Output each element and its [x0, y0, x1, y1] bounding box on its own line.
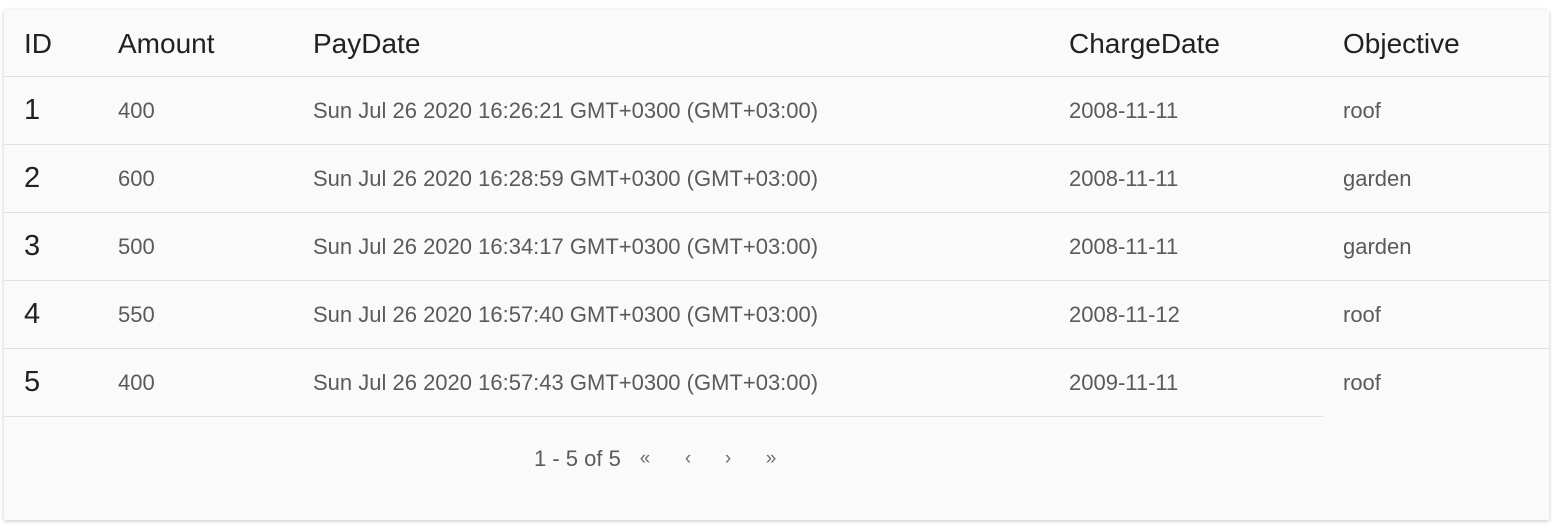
cell-objective: roof: [1343, 97, 1381, 123]
cell-paydate: Sun Jul 26 2020 16:34:17 GMT+0300 (GMT+0…: [313, 233, 819, 259]
cell-objective: garden: [1343, 233, 1412, 259]
cell-objective: roof: [1343, 369, 1381, 395]
cell-amount: 600: [118, 165, 155, 191]
cell-chargedate: 2008-11-11: [1069, 233, 1179, 259]
previous-page-icon[interactable]: ‹: [678, 448, 698, 470]
column-header-id[interactable]: ID: [24, 10, 52, 77]
cell-paydate: Sun Jul 26 2020 16:57:43 GMT+0300 (GMT+0…: [313, 369, 819, 395]
cell-paydate: Sun Jul 26 2020 16:26:21 GMT+0300 (GMT+0…: [313, 97, 819, 123]
cell-amount: 500: [118, 233, 155, 259]
last-page-icon[interactable]: »: [761, 448, 781, 470]
cell-chargedate: 2008-11-12: [1069, 301, 1180, 327]
cell-paydate: Sun Jul 26 2020 16:28:59 GMT+0300 (GMT+0…: [313, 165, 819, 191]
cell-objective: garden: [1343, 165, 1412, 191]
table-row[interactable]: 3 500 Sun Jul 26 2020 16:34:17 GMT+0300 …: [4, 213, 1549, 281]
cell-id: 4: [24, 298, 41, 330]
cell-id: 5: [24, 366, 41, 398]
table-row[interactable]: 2 600 Sun Jul 26 2020 16:28:59 GMT+0300 …: [4, 145, 1549, 213]
column-header-objective[interactable]: Objective: [1343, 10, 1460, 77]
next-page-icon[interactable]: ›: [718, 448, 738, 470]
cell-chargedate: 2009-11-11: [1069, 369, 1179, 395]
table-row[interactable]: 4 550 Sun Jul 26 2020 16:57:40 GMT+0300 …: [4, 281, 1549, 349]
header-row: ID Amount PayDate ChargeDate Objective: [4, 10, 1549, 77]
cell-paydate: Sun Jul 26 2020 16:57:40 GMT+0300 (GMT+0…: [313, 301, 819, 327]
column-header-paydate[interactable]: PayDate: [313, 10, 420, 77]
payments-table-card: ID Amount PayDate ChargeDate Objective 1…: [4, 10, 1549, 520]
cell-objective: roof: [1343, 301, 1381, 327]
cell-amount: 550: [118, 301, 155, 327]
column-header-amount[interactable]: Amount: [118, 10, 215, 77]
cell-chargedate: 2008-11-11: [1069, 165, 1179, 191]
cell-chargedate: 2008-11-11: [1069, 97, 1179, 123]
payments-grid: ID Amount PayDate ChargeDate Objective 1…: [4, 10, 1549, 417]
page-range-info: 1 - 5 of 5: [534, 446, 621, 471]
first-page-icon[interactable]: «: [635, 448, 655, 470]
cell-amount: 400: [118, 97, 155, 123]
column-header-chargedate[interactable]: ChargeDate: [1069, 10, 1220, 77]
pagination: 1 - 5 of 5 « ‹ › »: [4, 430, 1549, 490]
cell-id: 2: [24, 162, 41, 194]
table-row[interactable]: 5 400 Sun Jul 26 2020 16:57:43 GMT+0300 …: [4, 349, 1549, 417]
cell-amount: 400: [118, 369, 155, 395]
cell-id: 3: [24, 230, 41, 262]
table-row[interactable]: 1 400 Sun Jul 26 2020 16:26:21 GMT+0300 …: [4, 77, 1549, 145]
cell-id: 1: [24, 94, 41, 126]
